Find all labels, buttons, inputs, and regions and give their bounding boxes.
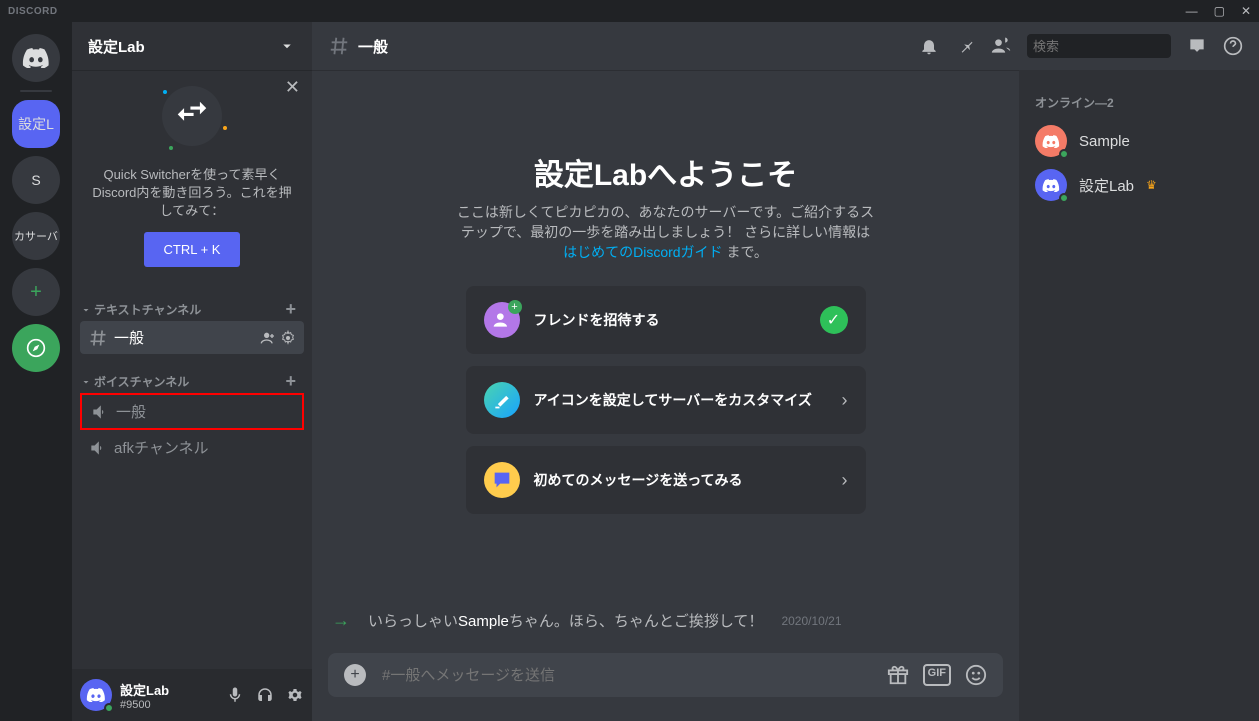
headphones-icon[interactable]	[256, 686, 274, 704]
guide-link[interactable]: はじめてのDiscordガイド	[563, 244, 722, 260]
category-text[interactable]: テキストチャンネル +	[72, 283, 312, 320]
guild-s[interactable]: S	[12, 156, 60, 204]
members-header: オンライン—2	[1027, 86, 1251, 119]
mic-icon[interactable]	[226, 686, 244, 704]
category-voice[interactable]: ボイスチャンネル +	[72, 355, 312, 392]
window-minimize-icon[interactable]: —	[1186, 4, 1198, 18]
text-channel-general[interactable]: 一般	[80, 321, 304, 354]
inbox-icon[interactable]	[1187, 36, 1207, 56]
avatar	[1035, 169, 1067, 201]
chevron-down-icon	[278, 37, 296, 55]
user-tag: #9500	[120, 699, 218, 711]
gear-icon[interactable]	[280, 330, 296, 346]
close-icon[interactable]: ✕	[285, 78, 300, 96]
status-online-icon	[1059, 149, 1069, 159]
server-name: 設定Lab	[88, 36, 145, 57]
swap-icon	[162, 86, 222, 146]
add-channel-button[interactable]: +	[277, 371, 304, 392]
system-join-message: → いらっしゃいSampleちゃん。ほら、ちゃんとご挨拶して！ 2020/10/…	[312, 600, 862, 641]
add-channel-button[interactable]: +	[277, 299, 304, 320]
home-button[interactable]	[12, 34, 60, 82]
onboard-label: 初めてのメッセージを送ってみる	[534, 470, 828, 490]
chevron-right-icon: ›	[842, 390, 848, 411]
welcome-description: ここは新しくてピカピカの、あなたのサーバーです。ご紹介するステップで、最初の一歩…	[456, 202, 876, 262]
crown-icon: ♛	[1146, 178, 1157, 192]
app-brand: DISCORD	[8, 6, 58, 17]
arrow-right-icon: →	[332, 610, 350, 631]
members-panel: オンライン—2 Sample 設定Lab ♛	[1019, 70, 1259, 721]
category-voice-label: ボイスチャンネル	[94, 373, 189, 390]
quick-switcher-button[interactable]: CTRL + K	[144, 232, 241, 267]
invite-icon[interactable]	[260, 330, 276, 346]
user-name: 設定Lab	[120, 680, 218, 699]
gift-icon[interactable]	[887, 664, 909, 686]
avatar[interactable]	[80, 679, 112, 711]
chat-main: 一般 設定Labへようこそ ここは新しくてピカピカの、あなたのサーバ	[312, 22, 1259, 721]
timestamp: 2020/10/21	[781, 614, 841, 628]
message-composer[interactable]: + GIF	[328, 653, 1003, 697]
guild-rail: 設定L S カサーバ +	[0, 22, 72, 721]
guild-separator	[20, 90, 52, 92]
member-name: Sample	[1079, 133, 1130, 150]
member-row[interactable]: Sample	[1027, 119, 1251, 163]
status-online-icon	[1059, 193, 1069, 203]
welcome-title: 設定Labへようこそ	[534, 150, 797, 194]
chat-header: 一般	[312, 22, 1259, 70]
speaker-icon	[88, 438, 108, 458]
category-text-label: テキストチャンネル	[94, 301, 201, 318]
help-icon[interactable]	[1223, 36, 1243, 56]
avatar	[1035, 125, 1067, 157]
channel-name: afkチャンネル	[114, 437, 296, 458]
onboard-label: フレンドを招待する	[534, 310, 806, 330]
emoji-icon[interactable]	[965, 664, 987, 686]
chevron-right-icon: ›	[842, 470, 848, 491]
gear-icon[interactable]	[286, 686, 304, 704]
gif-button[interactable]: GIF	[923, 664, 951, 686]
brush-icon	[484, 382, 520, 418]
chat-icon	[484, 462, 520, 498]
hash-icon	[88, 328, 108, 348]
onboard-icon-step[interactable]: アイコンを設定してサーバーをカスタマイズ ›	[466, 366, 866, 434]
onboard-message[interactable]: 初めてのメッセージを送ってみる ›	[466, 446, 866, 514]
member-name: 設定Lab	[1079, 175, 1134, 196]
chevron-down-icon	[80, 376, 92, 388]
quick-switcher-text: Quick Switcherを使って素早くDiscord内を動き回ろう。これを押…	[88, 166, 296, 220]
members-icon[interactable]	[991, 36, 1011, 56]
search-input[interactable]	[1033, 39, 1209, 54]
voice-channel-afk[interactable]: afkチャンネル	[80, 431, 304, 464]
channel-name: 一般	[116, 401, 294, 422]
channel-sidebar: 設定Lab ✕ Quick Switcherを使って素早くDiscord内を動き…	[72, 22, 312, 721]
onboard-invite[interactable]: + フレンドを招待する ✓	[466, 286, 866, 354]
server-header[interactable]: 設定Lab	[72, 22, 312, 70]
search-box[interactable]	[1027, 34, 1171, 58]
guild-selected[interactable]: 設定L	[12, 100, 60, 148]
channel-name: 一般	[114, 327, 254, 348]
add-attachment-button[interactable]: +	[344, 664, 366, 686]
chevron-down-icon	[80, 304, 92, 316]
channel-title: 一般	[358, 36, 388, 57]
voice-channel-general[interactable]: 一般	[82, 395, 302, 428]
quick-switcher-card: ✕ Quick Switcherを使って素早くDiscord内を動き回ろう。これ…	[72, 70, 312, 283]
member-row[interactable]: 設定Lab ♛	[1027, 163, 1251, 207]
invite-icon: +	[484, 302, 520, 338]
guild-japan[interactable]: カサーバ	[12, 212, 60, 260]
message-input[interactable]	[382, 667, 871, 684]
onboard-label: アイコンを設定してサーバーをカスタマイズ	[534, 390, 828, 410]
explore-servers-button[interactable]	[12, 324, 60, 372]
status-online-icon	[104, 703, 114, 713]
user-panel: 設定Lab #9500	[72, 669, 312, 721]
speaker-icon	[90, 402, 110, 422]
bell-icon[interactable]	[919, 36, 939, 56]
window-close-icon[interactable]: ✕	[1241, 4, 1251, 18]
hash-icon	[328, 35, 350, 57]
pin-icon[interactable]	[955, 36, 975, 56]
add-server-button[interactable]: +	[12, 268, 60, 316]
check-icon: ✓	[820, 306, 848, 334]
window-maximize-icon[interactable]: ▢	[1214, 4, 1225, 18]
